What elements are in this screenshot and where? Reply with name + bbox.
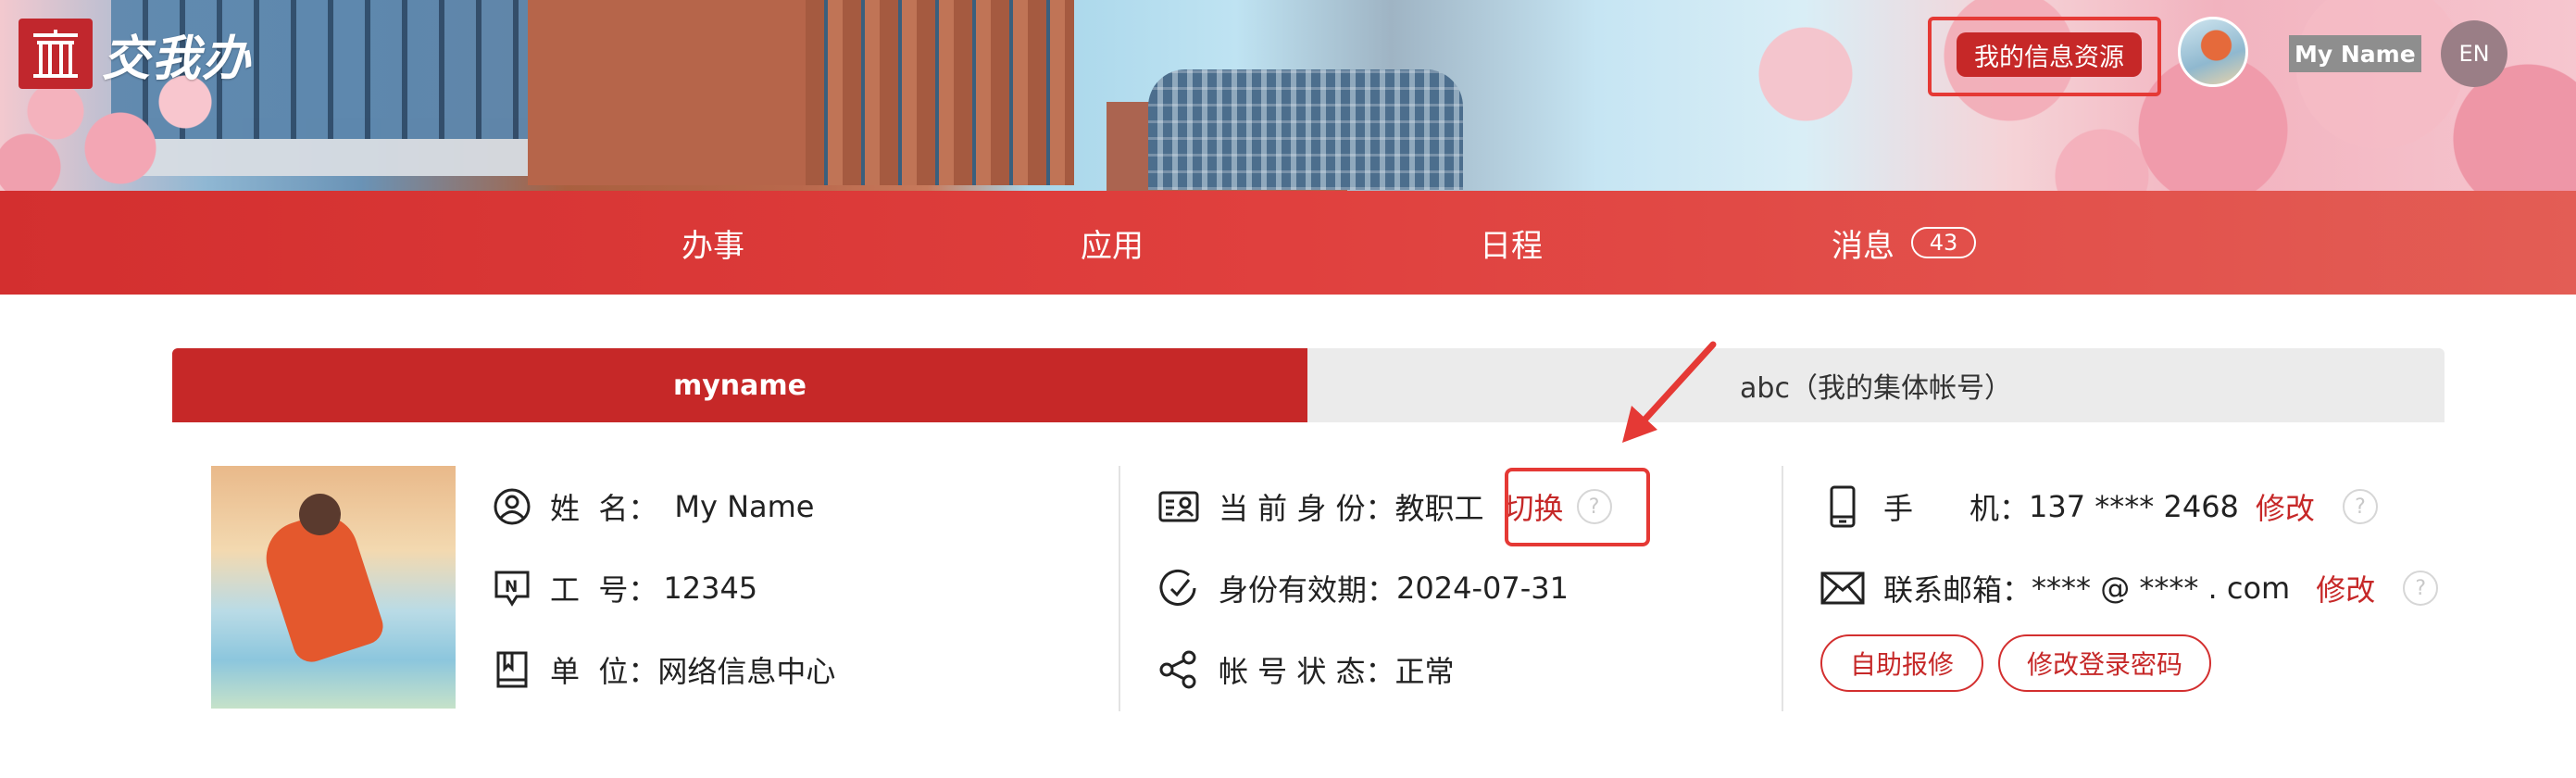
banner-building	[528, 0, 806, 185]
clock-icon	[1157, 569, 1200, 608]
user-avatar[interactable]	[2178, 17, 2248, 87]
validity-label: 身份有效期：	[1219, 572, 1397, 608]
nav-item-messages[interactable]: 消息 43	[1832, 191, 1976, 295]
my-info-resources-button[interactable]: 我的信息资源	[1957, 32, 2142, 77]
nav-item-schedule[interactable]: 日程	[1480, 191, 1543, 295]
name-value: My Name	[674, 489, 815, 524]
app-logo[interactable]: 交我办	[19, 19, 252, 89]
message-count-badge: 43	[1911, 227, 1976, 258]
language-toggle-button[interactable]: EN	[2441, 20, 2507, 87]
nav-item-label: 消息	[1832, 227, 1894, 265]
self-service-repair-button[interactable]: 自助报修	[1820, 634, 1983, 692]
identity-value: 教职工	[1394, 491, 1484, 526]
nav-item-label: 办事	[682, 227, 744, 265]
nav-item-tasks[interactable]: 办事	[682, 191, 744, 295]
staff-id-value: 12345	[663, 571, 758, 606]
banner-building	[806, 0, 1074, 185]
help-icon[interactable]: ?	[2342, 489, 2378, 524]
email-value: **** @ **** . com	[2032, 571, 2291, 606]
phone-label: 手 机：	[1883, 491, 2030, 526]
username-label[interactable]: My Name	[2289, 35, 2421, 72]
validity-row: 身份有效期： 2024-07-31	[1157, 567, 1569, 609]
edit-email-link[interactable]: 修改	[2316, 567, 2375, 609]
column-divider	[1119, 466, 1120, 711]
annotation-arrow	[1622, 341, 1717, 443]
logo-text: 交我办	[102, 31, 253, 87]
nav-item-label: 日程	[1480, 227, 1543, 265]
name-row: 姓 名： My Name	[493, 485, 814, 528]
help-icon[interactable]: ?	[2403, 571, 2439, 606]
account-status-label: 帐 号 状 态：	[1219, 654, 1395, 689]
svg-text:N: N	[505, 578, 518, 596]
logo-icon	[19, 19, 93, 89]
email-label: 联系邮箱：	[1883, 572, 2032, 608]
email-row: 联系邮箱： **** @ **** . com 修改 ?	[1820, 567, 2439, 609]
mail-icon	[1820, 569, 1865, 608]
account-status-row: 帐 号 状 态： 正常	[1157, 648, 1455, 691]
unit-row: 单 位： 网络信息中心	[493, 648, 835, 691]
unit-value: 网络信息中心	[657, 654, 836, 689]
validity-value: 2024-07-31	[1396, 571, 1569, 606]
identity-label: 当 前 身 份：	[1219, 491, 1395, 526]
share-icon	[1157, 650, 1200, 689]
unit-label: 单 位：	[550, 654, 658, 689]
header-banner: 交我办 我的信息资源 My Name EN	[0, 0, 2576, 191]
banner-tower	[1148, 69, 1463, 190]
book-icon	[493, 650, 531, 689]
tab-group-account[interactable]: abc（我的集体帐号）	[1307, 348, 2445, 422]
profile-photo	[211, 466, 456, 709]
account-status-value: 正常	[1394, 654, 1455, 689]
tab-personal-account[interactable]: myname	[172, 348, 1307, 422]
column-divider	[1782, 466, 1783, 711]
edit-phone-link[interactable]: 修改	[2256, 485, 2315, 528]
phone-value: 137 **** 2468	[2029, 489, 2239, 524]
staff-id-label: 工 号：	[550, 572, 658, 608]
annotation-highlight-box	[1505, 468, 1650, 546]
change-password-button[interactable]: 修改登录密码	[1998, 634, 2211, 692]
id-badge-icon: N	[493, 569, 531, 608]
id-card-icon	[1157, 487, 1200, 526]
nav-item-apps[interactable]: 应用	[1081, 191, 1144, 295]
main-nav: 办事 应用 日程 消息 43	[0, 191, 2576, 295]
mobile-phone-icon	[1820, 485, 1865, 528]
phone-row: 手 机： 137 **** 2468 修改 ?	[1820, 485, 2378, 528]
user-circle-icon	[493, 487, 531, 526]
staff-id-row: N 工 号： 12345	[493, 567, 757, 609]
nav-item-label: 应用	[1081, 227, 1144, 265]
name-label: 姓 名：	[550, 491, 658, 526]
